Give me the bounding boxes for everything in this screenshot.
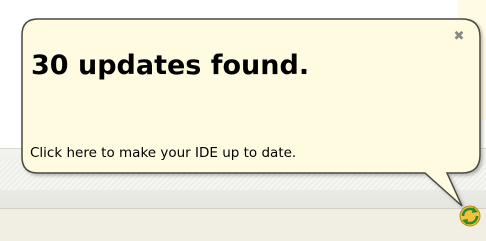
balloon-shape[interactable]: [21, 18, 481, 207]
balloon-title[interactable]: 30 updates found.: [31, 50, 309, 81]
update-available-icon[interactable]: [458, 204, 482, 228]
balloon-message-link[interactable]: Click here to make your IDE up to date.: [30, 145, 296, 161]
notification-balloon[interactable]: [0, 0, 486, 241]
close-icon[interactable]: ✖: [452, 30, 466, 44]
